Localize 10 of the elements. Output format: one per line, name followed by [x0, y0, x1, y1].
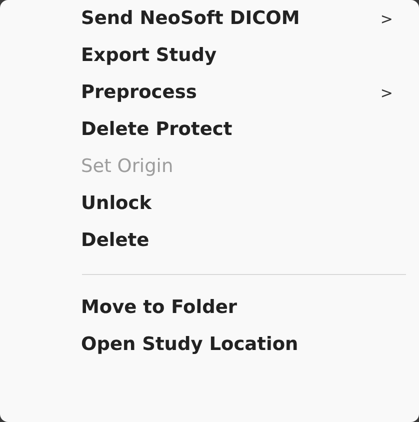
menu-item[interactable]: Preprocess > [0, 74, 419, 111]
chevron-icon: > [380, 84, 393, 102]
chevron-icon: > [380, 10, 393, 28]
menu-item[interactable]: Open Study Location [0, 326, 419, 363]
menu-item[interactable]: Send NeoSoft DICOM > [0, 0, 419, 37]
menu-item[interactable]: Delete Protect [0, 111, 419, 148]
menu-item[interactable]: Export Study [0, 37, 419, 74]
menu-item[interactable]: Move to Folder [0, 289, 419, 326]
menu-item[interactable]: Unlock [0, 185, 419, 222]
menu-item[interactable]: Delete [0, 222, 419, 259]
